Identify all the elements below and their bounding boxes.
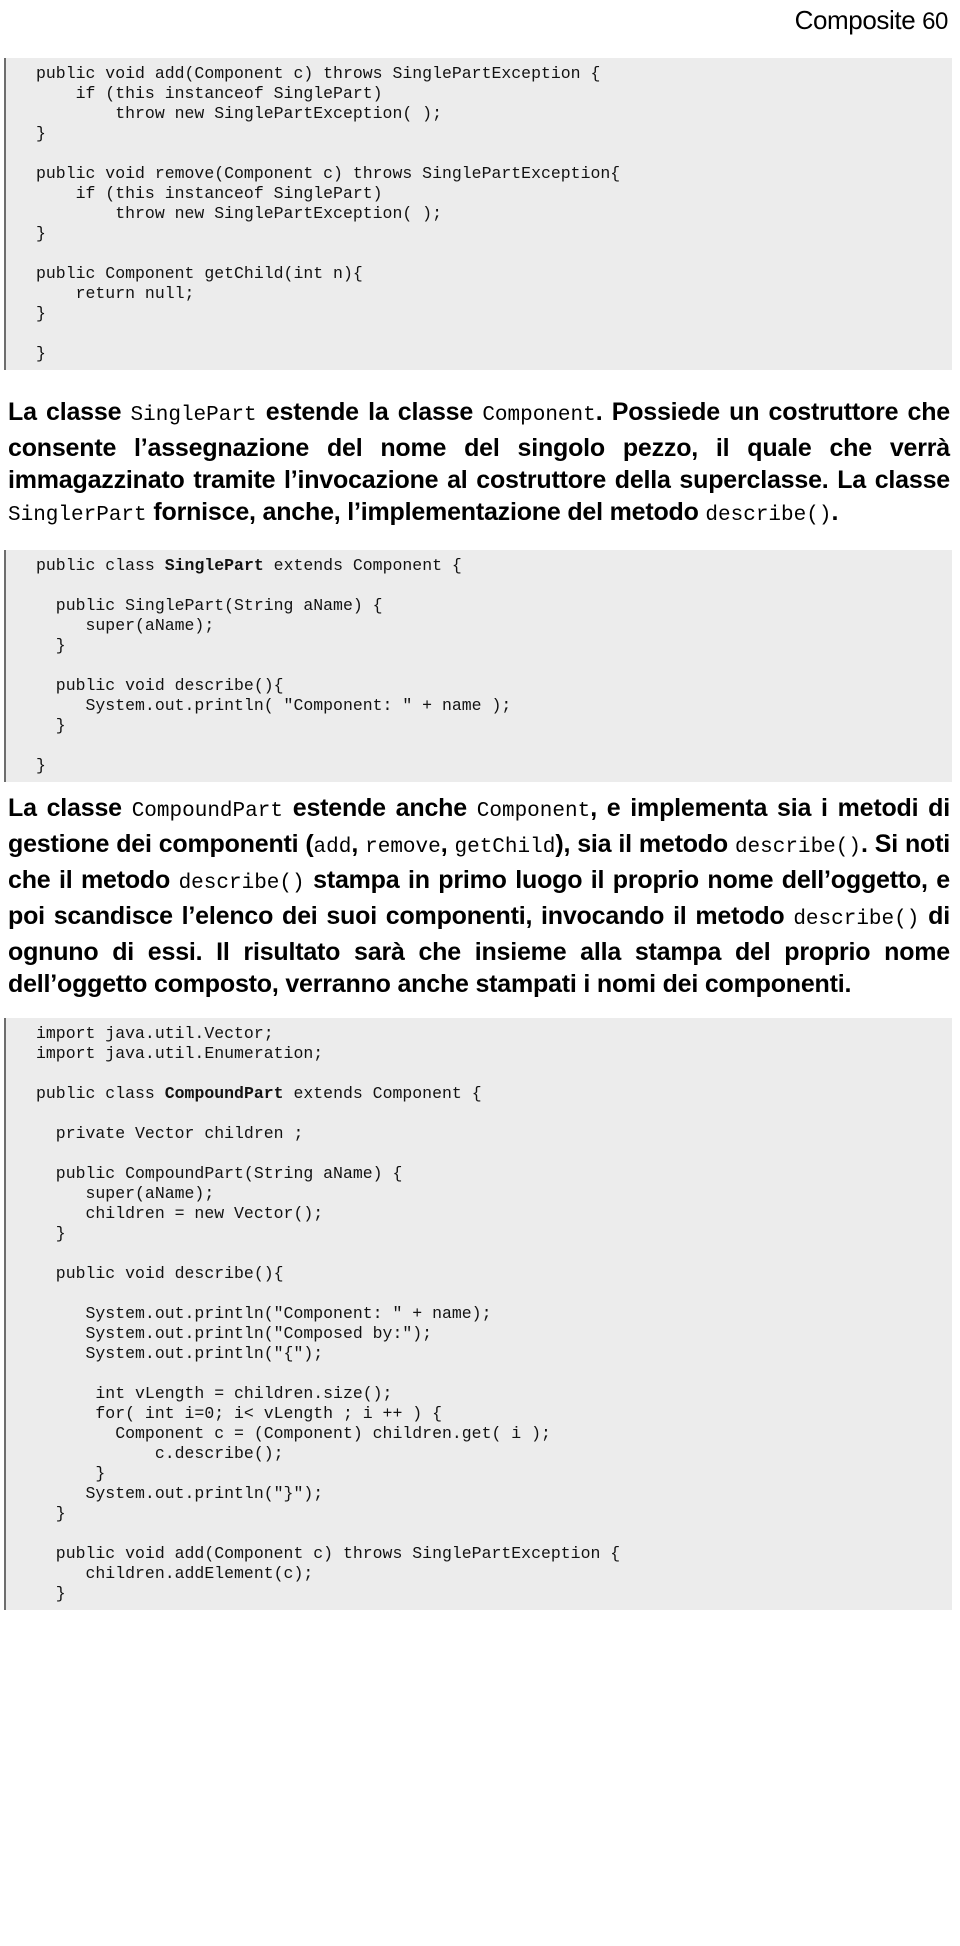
p1-code-describe: describe() [705, 504, 832, 527]
code-line: if (this instanceof SinglePart) [36, 184, 383, 203]
p1-text-4: fornisce, anche, l’implementazione del m… [146, 498, 706, 526]
p2-code-add: add [313, 836, 352, 859]
document-page: Composite 60 public void add(Component c… [0, 0, 960, 1946]
code-line: } [36, 304, 46, 323]
code-line: import java.util.Vector; [36, 1024, 274, 1043]
p2-code-remove: remove [365, 836, 441, 859]
code-line: public void remove(Component c) throws S… [36, 164, 621, 183]
code-line: System.out.println( "Component: " + name… [36, 696, 512, 715]
code-line: for( int i=0; i< vLength ; i ++ ) { [36, 1404, 442, 1423]
header-chapter-label: Composite [794, 5, 916, 35]
code-line: } [36, 1224, 66, 1243]
code-line: public class CompoundPart extends Compon… [36, 1084, 482, 1103]
code-line: public void describe(){ [36, 1264, 284, 1283]
code-line: throw new SinglePartException( ); [36, 204, 442, 223]
code-line: } [36, 1584, 66, 1603]
header-page-number: 60 [922, 8, 948, 35]
code-line: } [36, 1464, 106, 1483]
code-line: int vLength = children.size(); [36, 1384, 393, 1403]
code-block-component-methods: public void add(Component c) throws Sing… [4, 58, 952, 370]
p2-code-getchild: getChild [454, 836, 556, 859]
p1-code-singlerpart: SinglerPart [8, 504, 147, 527]
paragraph-compoundpart-description: La classe CompoundPart estende anche Com… [0, 792, 960, 1000]
code-line: import java.util.Enumeration; [36, 1044, 324, 1063]
code-line: public void describe(){ [36, 676, 284, 695]
code-line: public CompoundPart(String aName) { [36, 1164, 403, 1183]
p2-code-component: Component [476, 800, 591, 823]
code-line: if (this instanceof SinglePart) [36, 84, 383, 103]
code-line: } [36, 344, 46, 363]
code-block-compoundpart-class: import java.util.Vector; import java.util… [4, 1018, 952, 1610]
code-line: public SinglePart(String aName) { [36, 596, 383, 615]
p2-code-describe-1: describe() [734, 836, 861, 859]
document-content: public void add(Component c) throws Sing… [0, 58, 960, 1610]
code-line: children = new Vector(); [36, 1204, 324, 1223]
code-line: return null; [36, 284, 195, 303]
code-block-singlepart-class: public class SinglePart extends Componen… [4, 550, 952, 782]
code-line: Component c = (Component) children.get( … [36, 1424, 551, 1443]
code-line: public void add(Component c) throws Sing… [36, 64, 601, 83]
p1-text-1: La classe [8, 398, 131, 426]
code-line: private Vector children ; [36, 1124, 304, 1143]
p2-text-2: estende anche [282, 794, 477, 822]
p2-code-describe-3: describe() [793, 908, 920, 931]
p2-text-6: ), sia il metodo [555, 830, 735, 858]
code-line: public Component getChild(int n){ [36, 264, 363, 283]
p2-text-5: , [440, 830, 455, 858]
p2-text-1: La classe [8, 794, 132, 822]
p1-code-component: Component [482, 404, 596, 427]
code-line: System.out.println("Component: " + name)… [36, 1304, 492, 1323]
p2-text-4: , [351, 830, 366, 858]
code-line: children.addElement(c); [36, 1564, 314, 1583]
header-title: Composite 60 [794, 0, 949, 42]
paragraph-singlepart-description: La classe SinglePart estende la classe C… [0, 396, 960, 532]
code-line: super(aName); [36, 616, 215, 635]
code-line: c.describe(); [36, 1444, 284, 1463]
p2-code-compoundpart: CompoundPart [131, 800, 283, 823]
code-line: } [36, 224, 46, 243]
code-line: } [36, 1504, 66, 1523]
p2-code-describe-2: describe() [178, 872, 305, 895]
page-header: Composite 60 [0, 0, 960, 52]
code-line: } [36, 636, 66, 655]
code-line: System.out.println("{"); [36, 1344, 324, 1363]
code-line: super(aName); [36, 1184, 215, 1203]
p1-text-2: estende la classe [256, 398, 483, 426]
code-line: throw new SinglePartException( ); [36, 104, 442, 123]
code-line: public void add(Component c) throws Sing… [36, 1544, 621, 1563]
code-line: System.out.println("}"); [36, 1484, 324, 1503]
p1-text-5: . [831, 498, 839, 526]
code-line: System.out.println("Composed by:"); [36, 1324, 433, 1343]
code-line: public class SinglePart extends Componen… [36, 556, 462, 575]
code-line: } [36, 756, 46, 775]
code-line: } [36, 716, 66, 735]
p1-code-singlepart: SinglePart [130, 404, 257, 427]
code-line: } [36, 124, 46, 143]
